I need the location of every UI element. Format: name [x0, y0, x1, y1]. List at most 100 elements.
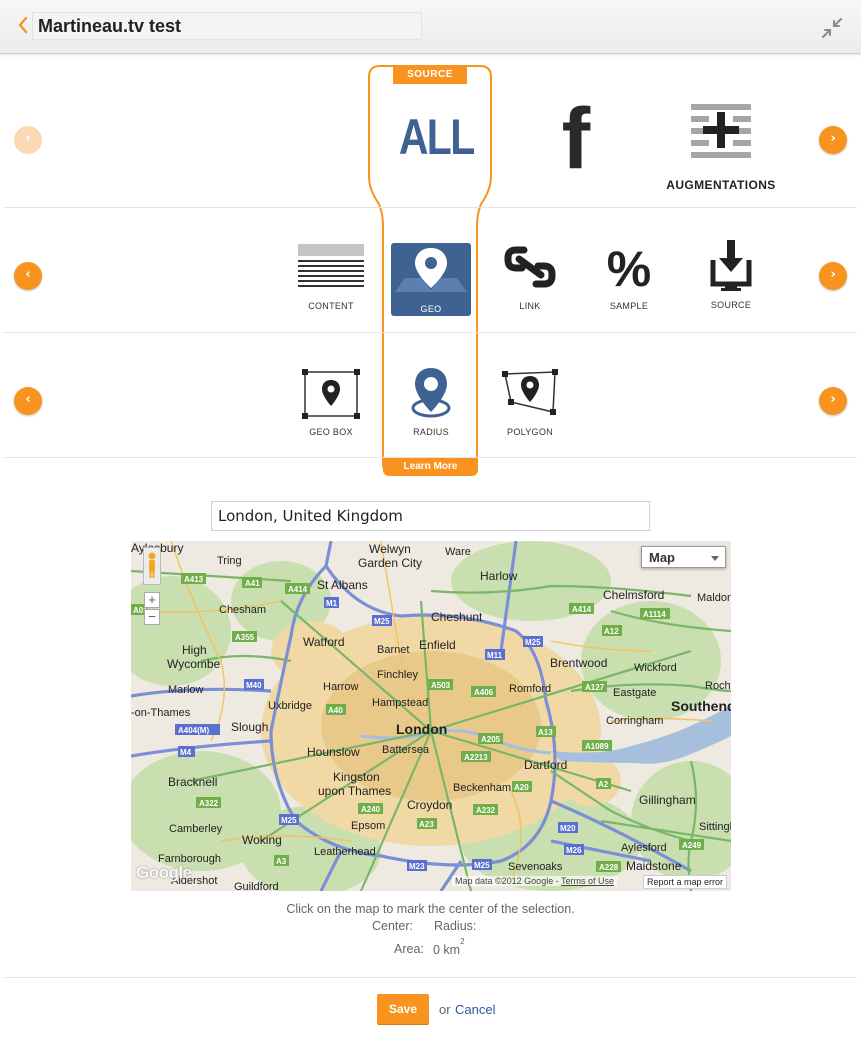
svg-text:Dartford: Dartford	[524, 758, 567, 772]
facebook-icon[interactable]: f	[548, 96, 604, 182]
map-instruction: Click on the map to mark the center of t…	[286, 902, 575, 916]
svg-text:A1114: A1114	[643, 610, 666, 619]
pegman-icon	[148, 552, 156, 578]
geo-box-option[interactable]: GEO BOX	[293, 368, 369, 437]
zoom-out-button[interactable]: −	[144, 609, 160, 625]
svg-text:Southend: Southend	[671, 698, 731, 714]
source-all-option[interactable]: ALL	[399, 108, 475, 166]
svg-text:St Albans: St Albans	[317, 578, 368, 592]
geo-box-label: GEO BOX	[309, 427, 353, 437]
svg-text:A414: A414	[572, 605, 592, 614]
filter-link[interactable]: LINK	[494, 242, 566, 311]
svg-text:Welwyn: Welwyn	[369, 542, 411, 556]
svg-text:London: London	[396, 721, 447, 737]
area-unit-exponent: 2	[460, 937, 465, 946]
svg-text:M25: M25	[525, 638, 541, 647]
svg-text:M40: M40	[246, 681, 262, 690]
svg-text:Tring: Tring	[217, 555, 242, 567]
download-source-icon	[710, 240, 752, 291]
svg-text:Slough: Slough	[231, 720, 268, 734]
row2-next-button[interactable]: ›	[819, 262, 847, 290]
chevron-left-icon: ‹	[25, 267, 31, 282]
svg-text:A127: A127	[585, 683, 605, 692]
svg-text:Battersea: Battersea	[382, 744, 430, 756]
chevron-left-icon: ‹	[25, 392, 31, 407]
location-search-input[interactable]	[211, 501, 650, 531]
zoom-in-button[interactable]: +	[144, 592, 160, 608]
save-button[interactable]: Save	[377, 994, 429, 1025]
filter-content[interactable]: CONTENT	[290, 244, 372, 311]
svg-text:Aylesford: Aylesford	[621, 842, 667, 854]
svg-text:Gillingham: Gillingham	[639, 793, 696, 807]
chevron-right-icon: ›	[830, 267, 836, 282]
filter-geo-label: GEO	[420, 304, 442, 314]
svg-text:Hampstead: Hampstead	[372, 697, 428, 709]
row2-prev-button[interactable]: ‹	[14, 262, 42, 290]
geo-box-icon	[302, 369, 360, 419]
terms-link[interactable]: Terms of Use	[561, 876, 614, 886]
filter-source[interactable]: SOURCE	[697, 240, 765, 310]
or-text: or	[439, 1002, 451, 1017]
svg-text:Marlow: Marlow	[168, 684, 204, 696]
source-tag: SOURCE	[393, 66, 467, 84]
filter-geo[interactable]: GEO	[391, 248, 471, 314]
learn-more-button[interactable]: Learn More	[383, 458, 478, 476]
report-map-error-link[interactable]: Report a map error	[643, 875, 728, 889]
svg-text:A232: A232	[476, 806, 496, 815]
svg-text:A2213: A2213	[464, 753, 488, 762]
chevron-left-icon: ‹	[25, 131, 31, 146]
svg-text:A503: A503	[431, 681, 451, 690]
street-view-pegman[interactable]	[143, 547, 161, 585]
radius-option[interactable]: RADIUS	[391, 366, 471, 437]
svg-text:M23: M23	[409, 862, 425, 871]
filter-source-label: SOURCE	[710, 300, 752, 310]
svg-text:Epsom: Epsom	[351, 820, 385, 832]
cancel-link[interactable]: Cancel	[455, 1002, 495, 1017]
svg-text:-on-Thames: -on-Thames	[131, 707, 191, 719]
collapse-icon[interactable]	[820, 16, 844, 40]
svg-text:Maldon: Maldon	[697, 592, 731, 604]
svg-text:M4: M4	[180, 748, 192, 757]
svg-text:M11: M11	[487, 651, 503, 660]
svg-text:A2: A2	[598, 780, 609, 789]
polygon-option[interactable]: POLYGON	[494, 366, 566, 437]
radius-icon	[411, 368, 451, 418]
svg-text:Hounslow: Hounslow	[307, 745, 360, 759]
chevron-down-icon	[711, 556, 719, 561]
svg-text:Finchley: Finchley	[377, 669, 418, 681]
svg-text:Enfield: Enfield	[419, 638, 456, 652]
map-attribution: Map data ©2012 Google - Terms of Use	[452, 876, 618, 886]
row3-next-button[interactable]: ›	[819, 387, 847, 415]
svg-text:A23: A23	[419, 820, 434, 829]
row-divider	[4, 457, 857, 458]
svg-text:A228: A228	[599, 863, 619, 872]
svg-text:M25: M25	[374, 617, 390, 626]
svg-text:Kingston: Kingston	[333, 770, 380, 784]
row1-prev-button[interactable]: ‹	[14, 126, 42, 154]
filter-sample[interactable]: % SAMPLE	[595, 241, 663, 311]
svg-text:A41: A41	[245, 579, 260, 588]
area-number: 0 km	[433, 943, 461, 958]
map-canvas[interactable]: Aylesbury Welwyn Garden City Ware Harlow…	[131, 541, 731, 891]
chevron-left-icon[interactable]	[16, 14, 30, 36]
row3-prev-button[interactable]: ‹	[14, 387, 42, 415]
svg-text:A404(M): A404(M)	[178, 726, 209, 735]
chevron-right-icon: ›	[830, 131, 836, 146]
svg-text:Woking: Woking	[242, 833, 282, 847]
row1-next-button[interactable]: ›	[819, 126, 847, 154]
radius-label: RADIUS	[413, 427, 449, 437]
map-type-select[interactable]: Map	[641, 546, 726, 568]
svg-text:M26: M26	[566, 846, 582, 855]
svg-text:Bracknell: Bracknell	[168, 775, 217, 789]
svg-text:Sevenoaks: Sevenoaks	[508, 861, 563, 873]
svg-text:A12: A12	[604, 627, 619, 636]
polygon-label: POLYGON	[507, 427, 553, 437]
row-divider	[4, 207, 857, 208]
chevron-right-icon: ›	[830, 392, 836, 407]
page-title: Martineau.tv test	[38, 16, 182, 36]
svg-text:A414: A414	[288, 585, 308, 594]
svg-text:Wycombe: Wycombe	[167, 657, 221, 671]
svg-text:M1: M1	[326, 599, 338, 608]
augmentations-icon[interactable]	[691, 104, 751, 162]
map-attribution-text: Map data ©2012 Google -	[455, 876, 562, 886]
